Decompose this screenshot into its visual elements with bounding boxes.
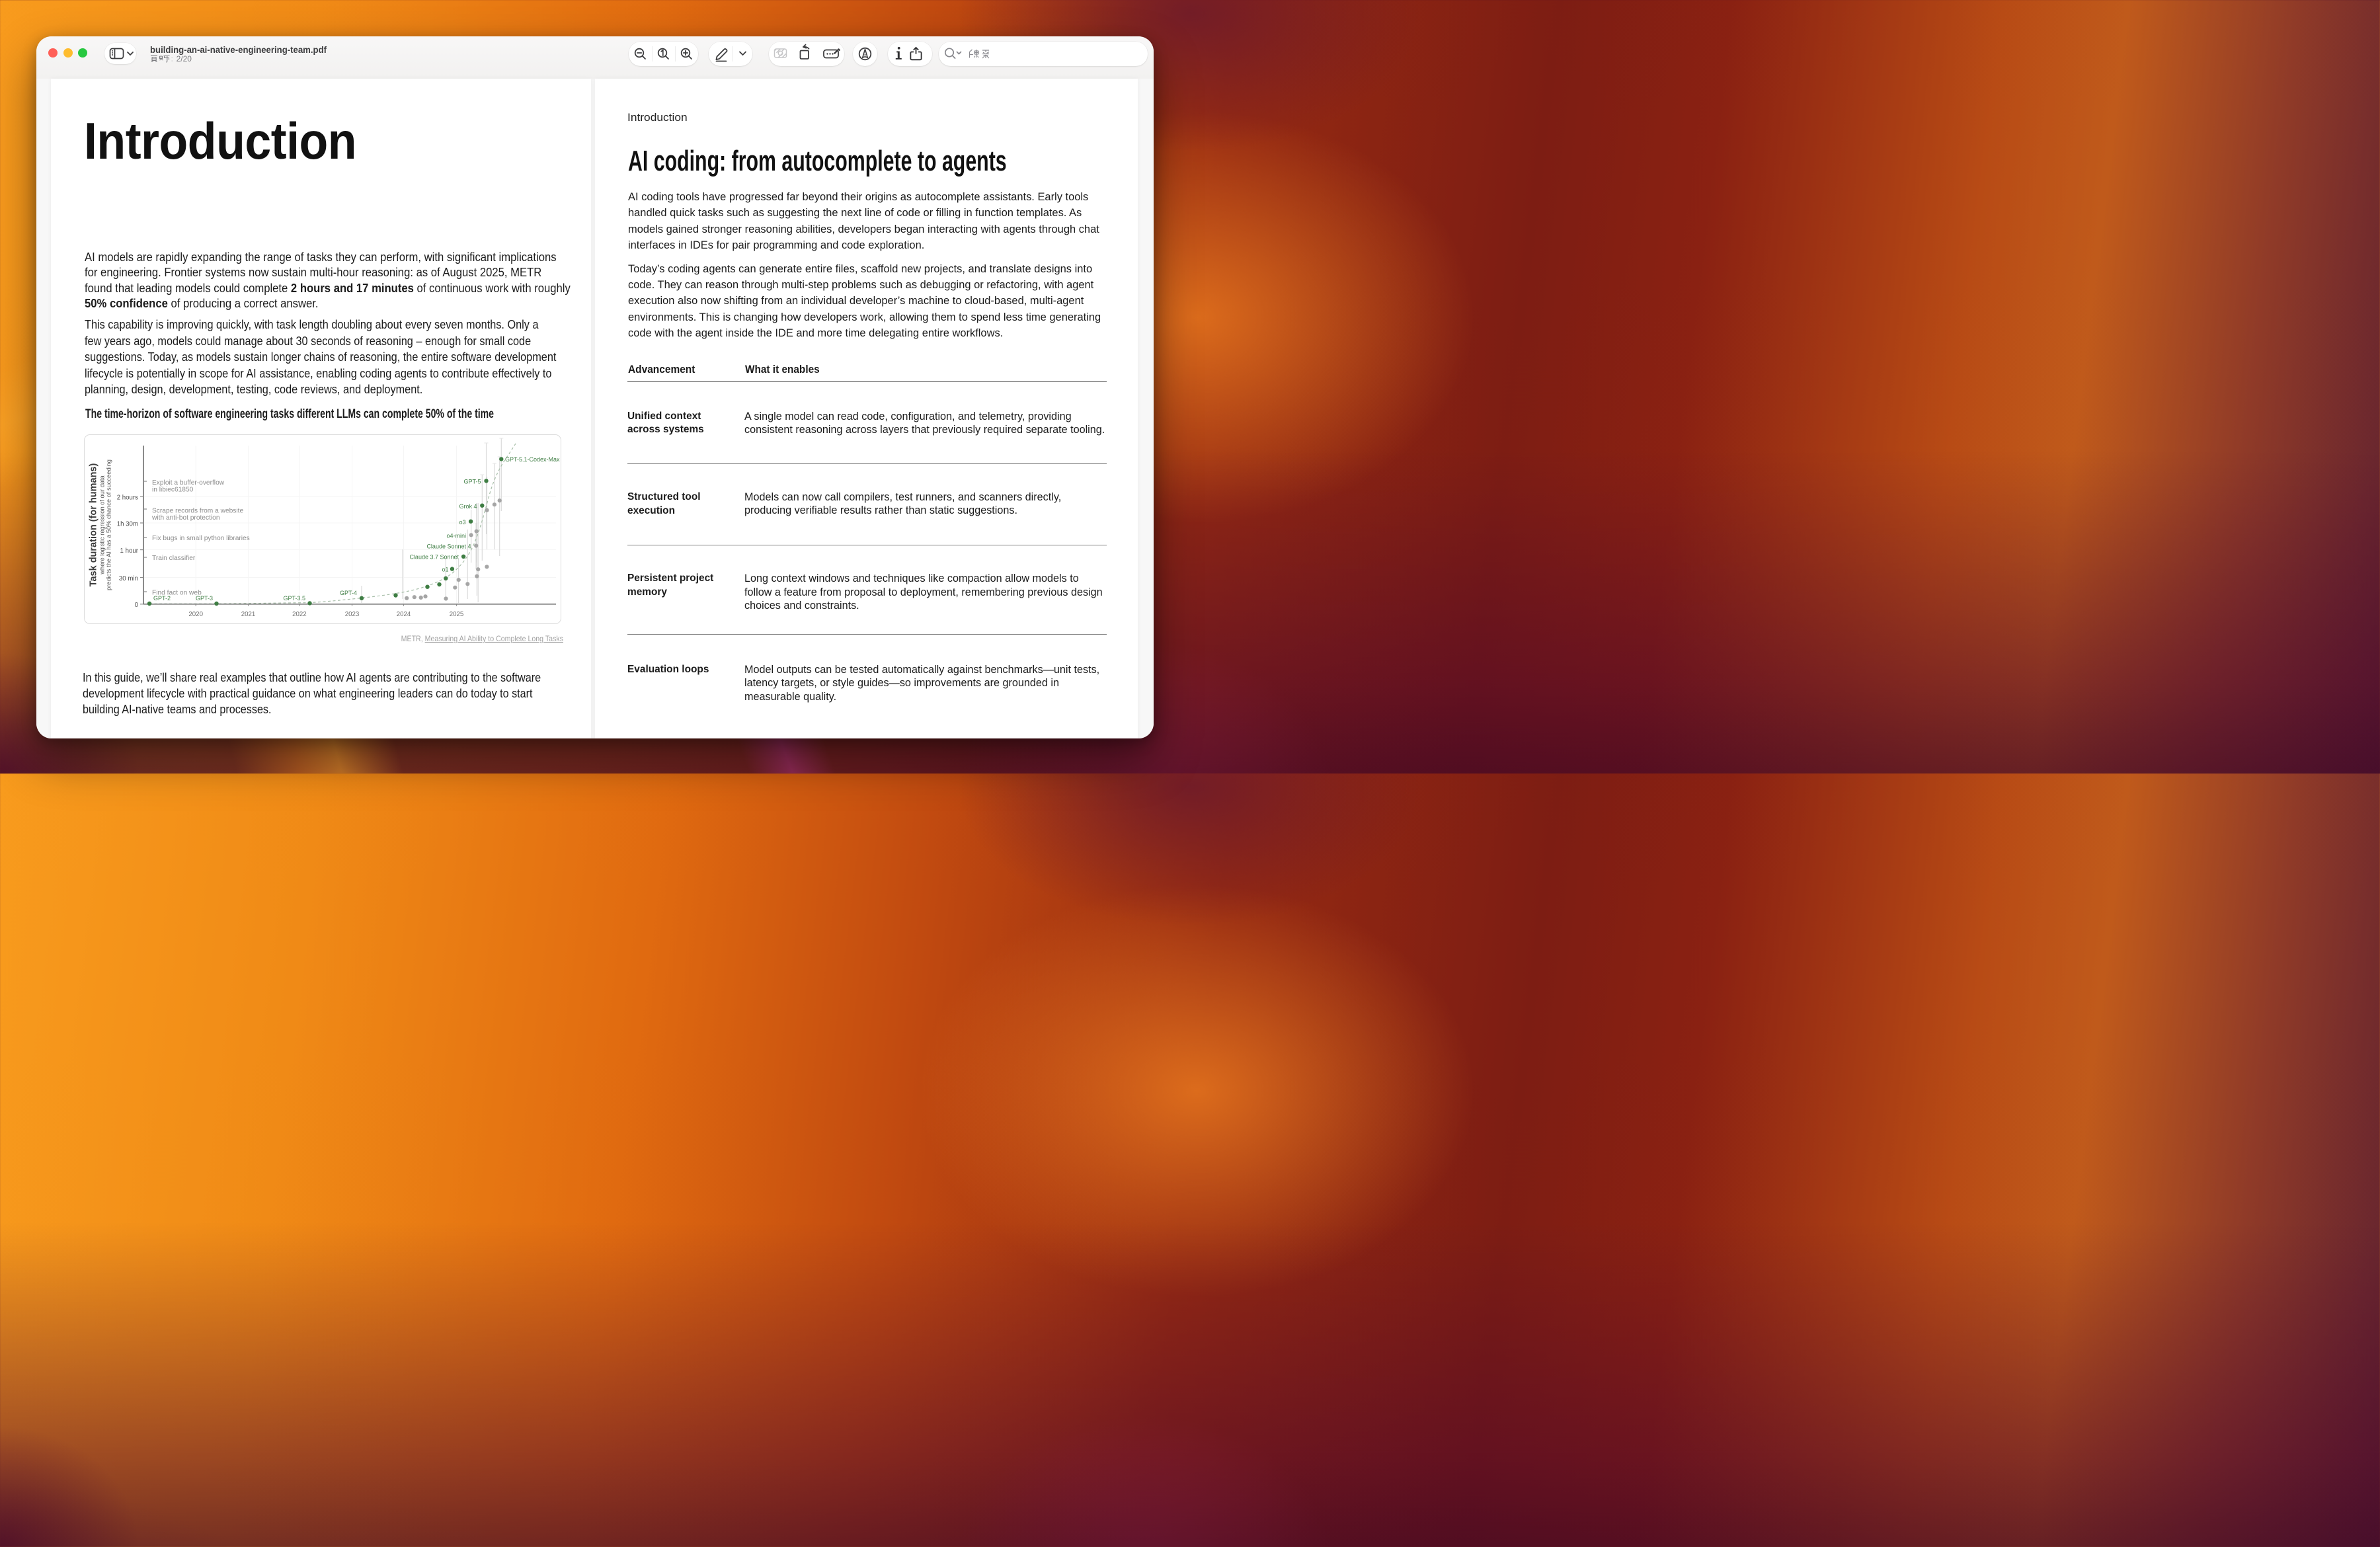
svg-text:Fix bugs in small python libra: Fix bugs in small python libraries: [152, 535, 250, 542]
svg-text:GPT-5: GPT-5: [463, 479, 481, 485]
svg-text:Claude 3.7 Sonnet: Claude 3.7 Sonnet: [409, 554, 459, 561]
svg-text:30 min: 30 min: [118, 575, 138, 582]
svg-text:2 hours: 2 hours: [116, 494, 138, 501]
svg-text:0: 0: [134, 602, 138, 609]
svg-text:2020: 2020: [188, 611, 203, 618]
svg-text:Train classifier: Train classifier: [152, 555, 196, 562]
svg-text:1h 30m: 1h 30m: [116, 520, 138, 528]
svg-text:GPT-2: GPT-2: [153, 595, 171, 602]
svg-text:2024: 2024: [396, 611, 411, 618]
svg-text:2023: 2023: [344, 611, 359, 618]
svg-text:2022: 2022: [292, 611, 307, 618]
svg-text:GPT-5.1-Codex-Max: GPT-5.1-Codex-Max: [505, 456, 560, 463]
svg-text:o1: o1: [442, 567, 448, 573]
svg-text:predicts the AI has a 50% chan: predicts the AI has a 50% chance of succ…: [105, 459, 112, 590]
svg-text:with anti-bot protection: with anti-bot protection: [151, 514, 220, 522]
svg-text:in libiec61850: in libiec61850: [152, 487, 194, 494]
svg-text:o4-mini: o4-mini: [446, 533, 466, 539]
svg-text:Grok 4: Grok 4: [459, 503, 477, 510]
svg-text:where logistic regression of o: where logistic regression of our data: [99, 475, 105, 575]
svg-text:Scrape records from a website: Scrape records from a website: [152, 507, 243, 514]
svg-text:GPT-4: GPT-4: [339, 590, 356, 596]
svg-text:2025: 2025: [449, 611, 463, 618]
svg-text:o3: o3: [459, 519, 465, 526]
svg-text:Claude Sonnet 4: Claude Sonnet 4: [426, 543, 471, 550]
svg-text:Exploit a buffer-overflow: Exploit a buffer-overflow: [152, 479, 225, 487]
svg-text:Task duration (for humans): Task duration (for humans): [88, 463, 99, 587]
svg-text:GPT-3.5: GPT-3.5: [283, 595, 305, 602]
svg-text:1 hour: 1 hour: [120, 547, 138, 555]
svg-text:GPT-3: GPT-3: [195, 595, 212, 602]
svg-text:2021: 2021: [241, 611, 255, 618]
